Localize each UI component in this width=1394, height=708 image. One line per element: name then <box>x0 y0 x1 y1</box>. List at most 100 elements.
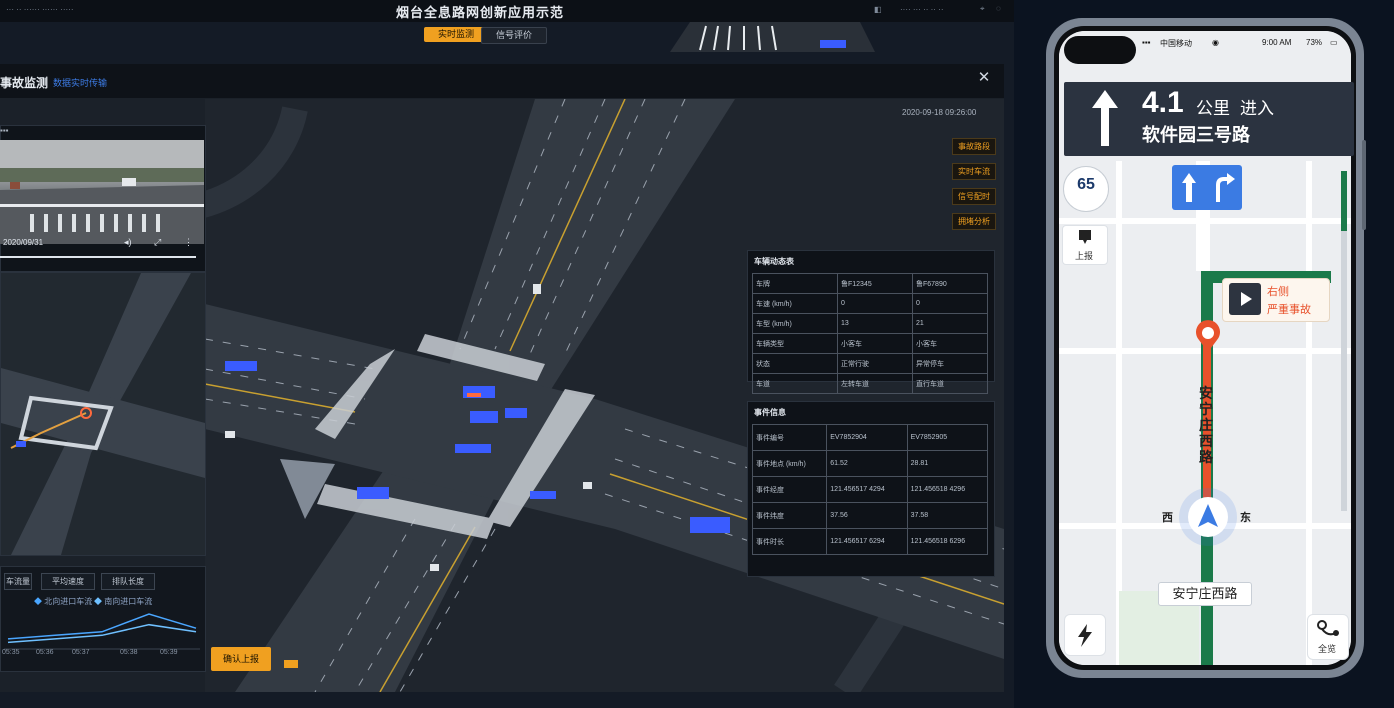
more-icon[interactable]: ⋮ <box>184 237 193 248</box>
table-cell: 正常行驶 <box>836 353 913 374</box>
table-cell: 事件经度 <box>751 476 828 503</box>
nav-action: 进入 <box>1240 99 1274 118</box>
vertical-road-label: 安 宁 庄 西 路 <box>1199 385 1213 465</box>
option-button-traffic-flow[interactable]: 实时车流 <box>952 163 996 180</box>
table-cell: 121.456518 4296 <box>906 476 989 503</box>
chart-tab-volume[interactable]: 车流量 <box>4 573 32 590</box>
battery-level: 73% <box>1306 38 1323 47</box>
table-cell: 鲁F12345 <box>836 273 913 294</box>
series-line-1 <box>7 623 197 644</box>
alert-line-1: 右侧 <box>1267 286 1289 298</box>
minimap-roads <box>1 273 205 555</box>
confirm-report-button[interactable]: 确认上报 <box>211 647 271 671</box>
power-icon[interactable]: ◌ <box>996 4 1001 13</box>
table-cell: 车速 (km/h) <box>752 293 838 314</box>
table-cell: 0 <box>836 293 913 314</box>
flash-button[interactable] <box>1064 614 1106 656</box>
account-icon[interactable]: ◧ <box>874 5 882 14</box>
report-label[interactable]: 上报 <box>1062 249 1106 262</box>
tab-signal-evaluation[interactable]: 信号评价 <box>481 27 547 44</box>
fullscreen-icon[interactable]: ⤢ <box>154 237 161 248</box>
nav-next-road: 软件园三号路 <box>1142 125 1250 145</box>
x-tick-1: 05:36 <box>36 649 54 656</box>
direction-west: 西 <box>1162 512 1173 524</box>
battery-icon: ▭ <box>1330 38 1338 47</box>
lane-arrows-icon <box>1182 173 1235 202</box>
vehicle-table-title: 车辆动态表 <box>754 257 794 266</box>
lane-guidance <box>1172 165 1242 210</box>
table-row: 状态 正常行驶 异常停车 <box>752 353 989 374</box>
trend-line-chart <box>4 613 200 650</box>
table-row: 事件经度 121.456517 4294 121.456518 4296 <box>751 476 989 503</box>
system-info-blurred: ··· ·· ······ ······ ····· <box>6 5 74 14</box>
legend-south: ◆ 南向进口车流 <box>94 596 152 607</box>
app-title: 烟台全息路网创新应用示范 <box>395 5 564 20</box>
x-tick-2: 05:37 <box>72 649 90 656</box>
settings-icon[interactable]: ⌖ <box>980 4 985 14</box>
table-row: 事件时长 121.456517 6294 121.456518 6296 <box>751 528 989 555</box>
speed-limit-value: 65 <box>1077 176 1095 193</box>
camera-frame <box>0 140 204 244</box>
straight-arrow-icon <box>1092 90 1118 146</box>
close-icon[interactable]: ✕ <box>976 68 992 86</box>
background-map-peek <box>670 22 875 52</box>
panel-title: 事故监测 <box>0 76 49 90</box>
legend-north: ◆ 北向进口车流 <box>34 596 92 607</box>
wifi-icon: ◉ <box>1212 38 1219 47</box>
table-row: 事件纬度 37.56 37.58 <box>751 502 989 529</box>
intersection-3d-map[interactable] <box>205 99 1004 692</box>
x-tick-3: 05:38 <box>120 649 138 656</box>
front-camera-cutout <box>1064 36 1136 64</box>
video-progress-bar[interactable] <box>0 256 196 258</box>
panel-header <box>0 64 1004 98</box>
panel-subtitle-link[interactable]: 数据实时传输 <box>53 76 107 89</box>
vehicle-table: 车牌 鲁F12345 鲁F67890 车速 (km/h) 0 0 车型 (km/h) 13 21… <box>752 273 989 394</box>
table-cell: 车辆类型 <box>752 333 838 354</box>
volume-icon[interactable]: ◂) <box>124 237 132 248</box>
table-cell: EV7852905 <box>906 424 989 451</box>
table-cell: 车道 <box>752 373 838 394</box>
lightning-icon <box>1078 624 1092 647</box>
table-cell: EV7852904 <box>826 424 908 451</box>
overview-label: 全览 <box>1317 644 1336 654</box>
current-road-label: 安宁庄西路 <box>1158 582 1252 606</box>
table-cell: 事件纬度 <box>751 502 828 529</box>
event-table: 事件编号 EV7852904 EV7852905 事件地点 (km/h) 61.52 28… <box>751 424 989 555</box>
table-row: 车道 左转车道 直行车道 <box>752 373 989 394</box>
table-cell: 小客车 <box>836 333 913 354</box>
video-title: ▪▪▪ <box>0 126 9 135</box>
event-table-title: 事件信息 <box>754 408 786 417</box>
table-cell: 车牌 <box>752 273 838 294</box>
table-cell: 21 <box>911 313 989 334</box>
clock-blurred: ···· ··· ·· ·· ·· <box>900 5 944 14</box>
tab-live-monitoring[interactable]: 实时监测 <box>424 27 488 42</box>
legend-south-label: 南向进口车流 <box>104 597 153 606</box>
vehicle-table-body: 车牌 鲁F12345 鲁F67890 车速 (km/h) 0 0 车型 (km/h) 13 21… <box>752 273 989 394</box>
option-button-accident-section[interactable]: 事故路段 <box>952 138 996 155</box>
heading-arrow-icon <box>1198 504 1218 527</box>
table-cell: 左转车道 <box>836 373 913 394</box>
alert-video-thumbnail[interactable] <box>1229 283 1261 315</box>
option-button-signal-timing[interactable]: 信号配时 <box>952 188 996 205</box>
table-cell: 车型 (km/h) <box>752 313 838 334</box>
table-cell: 直行车道 <box>911 373 989 394</box>
map-timestamp: 2020-09-18 09:26:00 <box>902 108 977 117</box>
chart-tab-queue[interactable]: 排队长度 <box>101 573 155 590</box>
table-cell: 事件地点 (km/h) <box>751 450 828 477</box>
report-icon <box>1079 230 1091 244</box>
table-cell: 鲁F67890 <box>911 273 989 294</box>
table-cell: 121.456517 6294 <box>826 528 908 555</box>
area-minimap[interactable] <box>0 272 206 556</box>
table-row: 车牌 鲁F12345 鲁F67890 <box>752 273 989 294</box>
option-button-congestion[interactable]: 拥堵分析 <box>952 213 996 230</box>
table-cell: 28.81 <box>906 450 989 477</box>
table-cell: 13 <box>836 313 913 334</box>
carrier-name: 中国移动 <box>1160 39 1192 48</box>
legend-north-label: 北向进口车流 <box>44 597 93 606</box>
location-puck <box>1188 497 1228 537</box>
table-cell: 异常停车 <box>911 353 989 374</box>
table-cell: 事件编号 <box>751 424 828 451</box>
camera-scene <box>0 140 204 244</box>
chart-tab-speed[interactable]: 平均速度 <box>41 573 95 590</box>
play-icon <box>1241 292 1252 306</box>
